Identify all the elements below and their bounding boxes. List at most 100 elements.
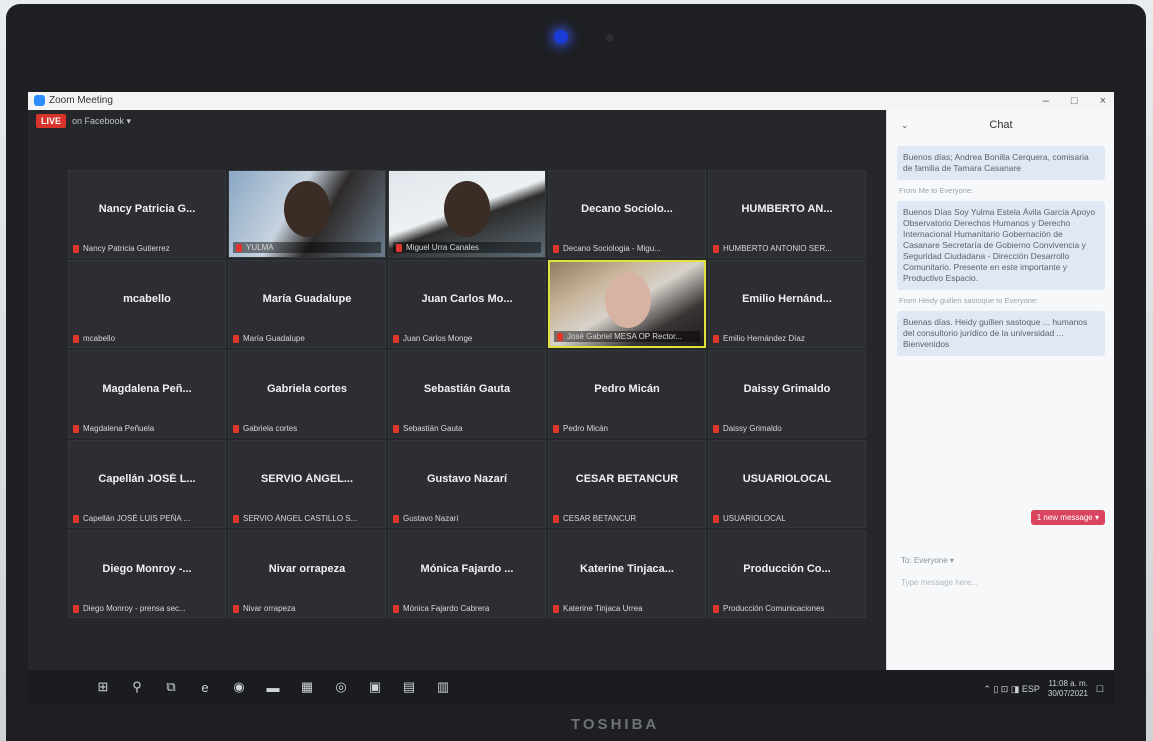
chat-input[interactable]: Type message here...	[901, 578, 978, 587]
maximize-button[interactable]: □	[1071, 92, 1078, 110]
participant-name-large: María Guadalupe	[262, 293, 352, 305]
participant-name: Daissy Grimaldo	[723, 424, 782, 433]
participant-name-label: Sebastián Gauta	[393, 424, 541, 433]
participant-name-large: Decano Sociolo...	[581, 203, 673, 215]
muted-mic-icon	[233, 604, 239, 613]
participant-name: Nancy Patricia Gutierrez	[83, 244, 170, 253]
participant-tile[interactable]: HUMBERTO AN... HUMBERTO ANTONIO SER...	[708, 170, 866, 258]
participant-video	[284, 181, 330, 237]
participant-tile[interactable]: Gabriela cortes Gabriela cortes	[228, 350, 386, 438]
taskbar-app-icon[interactable]: ▣	[360, 672, 390, 702]
participant-tile[interactable]: Miguel Urra Canales	[388, 170, 546, 258]
muted-mic-icon	[73, 514, 79, 523]
chat-recipient-select[interactable]: To: Everyone ▾	[901, 556, 954, 565]
taskbar-app-icon[interactable]: ▥	[428, 672, 458, 702]
participant-tile[interactable]: Mónica Fajardo ... Mónica Fajardo Cabrera	[388, 530, 546, 618]
participant-tile[interactable]: María Guadalupe María Guadalupe	[228, 260, 386, 348]
taskbar-app-icon[interactable]: ▦	[292, 672, 322, 702]
participant-name-large: Gustavo Nazarí	[426, 473, 508, 485]
clock[interactable]: 11:08 a. m. 30/07/2021	[1048, 679, 1088, 699]
taskbar-app-icon[interactable]: ⊞	[88, 672, 118, 702]
participant-tile[interactable]: Daissy Grimaldo Daissy Grimaldo	[708, 350, 866, 438]
participant-tile[interactable]: Juan Carlos Mo... Juan Carlos Monge	[388, 260, 546, 348]
new-message-button[interactable]: 1 new message ▾	[1030, 510, 1105, 525]
participant-tile[interactable]: SERVIO ÁNGEL... SERVIO ÁNGEL CASTILLO S..…	[228, 440, 386, 528]
participant-name-label: SERVIO ÁNGEL CASTILLO S...	[233, 514, 381, 523]
participant-tile[interactable]: Diego Monroy -... Diego Monroy - prensa s…	[68, 530, 226, 618]
muted-mic-icon	[393, 424, 399, 433]
participant-name-label: Decano Sociologia - Migu...	[553, 244, 701, 253]
muted-mic-icon	[393, 334, 399, 343]
participant-tile[interactable]: USUARIOLOCAL USUARIOLOCAL	[708, 440, 866, 528]
taskbar-app-icon[interactable]: ◎	[326, 672, 356, 702]
participant-name-label: Gustavo Nazarí	[393, 514, 541, 523]
taskbar-app-icon[interactable]: ⚲	[122, 672, 152, 702]
participant-tile[interactable]: CESAR BETANCUR CESAR BETANCUR	[548, 440, 706, 528]
live-destination[interactable]: on Facebook ▾	[72, 116, 131, 127]
participant-tile[interactable]: Decano Sociolo... Decano Sociologia - Mig…	[548, 170, 706, 258]
participant-video	[444, 181, 490, 237]
participant-name: CESAR BETANCUR	[563, 514, 637, 523]
participant-tile[interactable]: Sebastián Gauta Sebastián Gauta	[388, 350, 546, 438]
window-title-bar: Zoom Meeting – □ ×	[28, 92, 1114, 110]
participant-name-label: USUARIOLOCAL	[713, 514, 861, 523]
participant-tile[interactable]: Capellán JOSÉ L... Capellán JOSÉ LUIS PEÑ…	[68, 440, 226, 528]
laptop-screen: Zoom Meeting – □ × LIVE on Facebook ▾ Na…	[28, 92, 1114, 704]
participant-name-label: María Guadalupe	[233, 334, 381, 343]
chevron-down-icon[interactable]: ⌄	[901, 110, 909, 140]
participant-name-label: HUMBERTO ANTONIO SER...	[713, 244, 861, 253]
participant-name: Emilio Hernández Díaz	[723, 334, 805, 343]
participant-tile[interactable]: Nancy Patricia G... Nancy Patricia Gutier…	[68, 170, 226, 258]
clock-time: 11:08 a. m.	[1048, 679, 1088, 688]
participant-name-label: Capellán JOSÉ LUIS PEÑA ...	[73, 514, 221, 523]
participant-name: Producción Comunicaciones	[723, 604, 825, 613]
taskbar-app-icon[interactable]: ◉	[224, 672, 254, 702]
participant-name-label: YULMA	[233, 242, 381, 253]
participant-tile[interactable]: Katerine Tinjaca... Katerine Tinjaca Urre…	[548, 530, 706, 618]
participant-name: Katerine Tinjaca Urrea	[563, 604, 643, 613]
chat-message: Buenos Días Soy Yulma Estela Ávila Garcí…	[897, 201, 1105, 290]
participant-tile[interactable]: José Gabriel MESA OP Rector...	[548, 260, 706, 348]
participant-video	[605, 272, 651, 328]
participant-name-large: SERVIO ÁNGEL...	[260, 473, 354, 485]
webcam-sensor	[606, 34, 614, 42]
webcam-light	[554, 30, 568, 44]
minimize-button[interactable]: –	[1043, 92, 1049, 110]
participant-name-large: Mónica Fajardo ...	[420, 563, 514, 575]
close-button[interactable]: ×	[1100, 92, 1106, 110]
taskbar-app-icon[interactable]: e	[190, 672, 220, 702]
muted-mic-icon	[236, 243, 242, 252]
chat-message: Buenas días. Heidy guillen sastoque ... …	[897, 311, 1105, 356]
participant-name-large: Nancy Patricia G...	[98, 203, 196, 215]
participant-name-label: Pedro Micán	[553, 424, 701, 433]
taskbar-app-icon[interactable]: ⧉	[156, 672, 186, 702]
participant-name: USUARIOLOCAL	[723, 514, 786, 523]
muted-mic-icon	[713, 424, 719, 433]
notification-icon[interactable]: ☐	[1096, 684, 1104, 695]
taskbar-app-icon[interactable]: ▤	[394, 672, 424, 702]
participant-tile[interactable]: Pedro Micán Pedro Micán	[548, 350, 706, 438]
participant-tile[interactable]: mcabello mcabello	[68, 260, 226, 348]
participant-tile[interactable]: YULMA	[228, 170, 386, 258]
taskbar-apps: ⊞ ⚲ ⧉ e ◉ ▬ ▦ ◎ ▣ ▤ ▥	[88, 672, 458, 702]
taskbar-app-icon[interactable]: ▬	[258, 672, 288, 702]
participant-tile[interactable]: Nivar orrapeza Nivar orrapeza	[228, 530, 386, 618]
participant-name: Sebastián Gauta	[403, 424, 463, 433]
participant-name-large: USUARIOLOCAL	[742, 473, 832, 485]
participant-name-label: Emilio Hernández Díaz	[713, 334, 861, 343]
participant-tile[interactable]: Gustavo Nazarí Gustavo Nazarí	[388, 440, 546, 528]
chat-message-sender: From Heidy guillen sastoque to Everyone:	[899, 296, 1039, 305]
participant-tile[interactable]: Producción Co... Producción Comunicacione…	[708, 530, 866, 618]
participant-name-large: Emilio Hernánd...	[742, 293, 832, 305]
participant-tile[interactable]: Emilio Hernánd... Emilio Hernández Díaz	[708, 260, 866, 348]
muted-mic-icon	[393, 604, 399, 613]
participant-name-label: Juan Carlos Monge	[393, 334, 541, 343]
muted-mic-icon	[553, 604, 559, 613]
participant-tile[interactable]: Magdalena Peñ... Magdalena Peñuela	[68, 350, 226, 438]
participant-name-large: Juan Carlos Mo...	[421, 293, 513, 305]
clock-date: 30/07/2021	[1047, 689, 1088, 698]
live-badge: LIVE	[36, 114, 67, 128]
tray-icons[interactable]: ⌃ ▯ ⊡ ◨ ESP	[983, 684, 1040, 695]
muted-mic-icon	[233, 514, 239, 523]
live-indicator[interactable]: LIVE on Facebook ▾	[36, 114, 131, 128]
